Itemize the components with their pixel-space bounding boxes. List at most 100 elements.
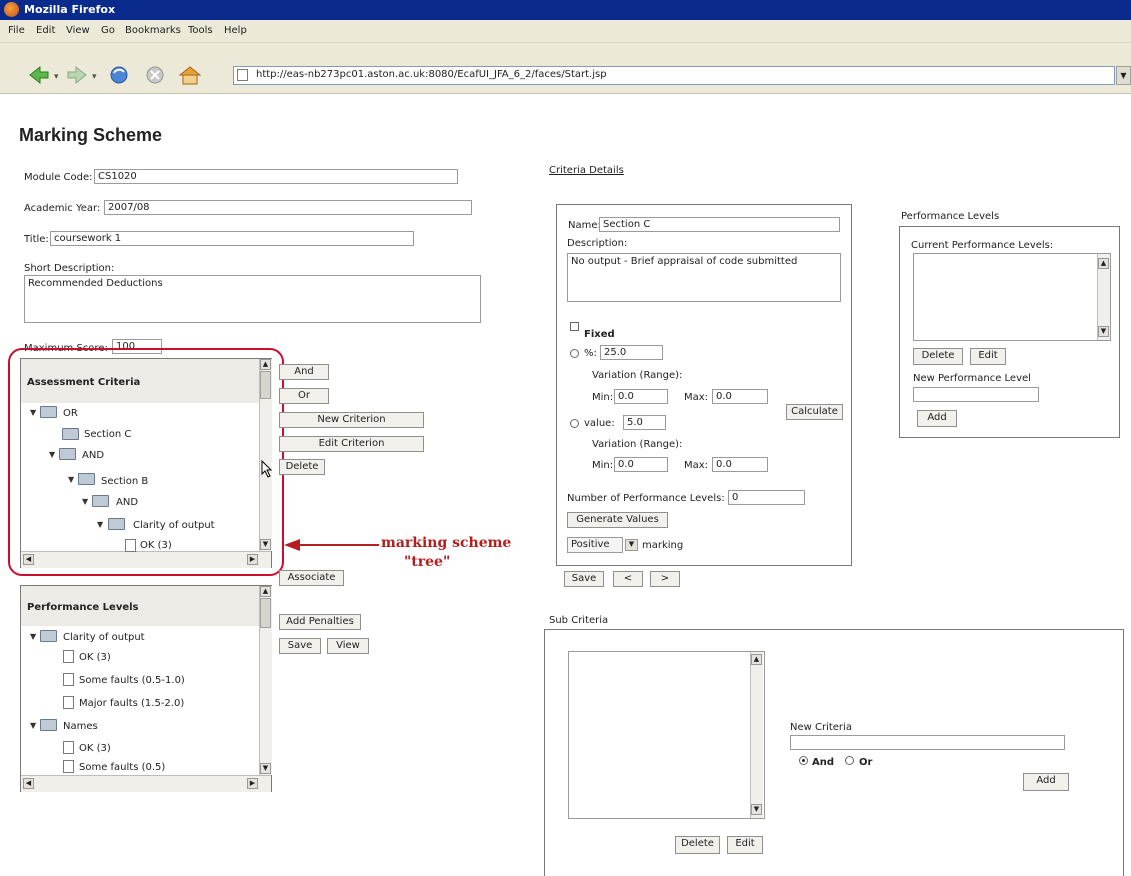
menu-file[interactable]: File bbox=[8, 25, 25, 36]
window-titlebar: Mozilla Firefox bbox=[0, 0, 1131, 20]
module-code-input[interactable]: CS1020 bbox=[94, 169, 458, 184]
new-level-label: New Performance Level bbox=[913, 373, 1031, 384]
edit-level-button[interactable]: Edit bbox=[970, 348, 1006, 365]
marking-label: marking bbox=[642, 540, 684, 551]
document-icon bbox=[63, 741, 74, 754]
min-input[interactable]: 0.0 bbox=[614, 457, 668, 472]
perf-node-ok[interactable]: OK (3) bbox=[79, 652, 111, 663]
highlight-outline bbox=[8, 348, 284, 576]
delete-level-button[interactable]: Delete bbox=[913, 348, 963, 365]
value-label: value: bbox=[584, 418, 615, 429]
perf-node-names[interactable]: Names bbox=[63, 721, 98, 732]
annotation-line-2: "tree" bbox=[404, 554, 451, 570]
generate-values-button[interactable]: Generate Values bbox=[567, 512, 668, 528]
address-bar[interactable]: http://eas-nb273pc01.aston.ac.uk:8080/Ec… bbox=[233, 66, 1115, 85]
or-radio[interactable] bbox=[845, 756, 854, 765]
scroll-up-icon[interactable]: ▲ bbox=[751, 654, 762, 665]
description-textarea[interactable]: No output - Brief appraisal of code subm… bbox=[567, 253, 841, 302]
criteria-details-link[interactable]: Criteria Details bbox=[549, 165, 624, 176]
stop-icon[interactable] bbox=[146, 66, 164, 84]
title-input[interactable]: coursework 1 bbox=[50, 231, 414, 246]
delete-criterion-button[interactable]: Delete bbox=[279, 459, 325, 475]
percent-radio[interactable] bbox=[570, 349, 579, 358]
scroll-down-icon[interactable]: ▼ bbox=[751, 804, 762, 815]
add-sub-criteria-button[interactable]: Add bbox=[1023, 773, 1069, 791]
associate-button[interactable]: Associate bbox=[279, 570, 344, 586]
save-button[interactable]: Save bbox=[279, 638, 321, 654]
max-input[interactable]: 0.0 bbox=[712, 457, 768, 472]
scroll-right-icon[interactable]: ▶ bbox=[247, 778, 258, 789]
perf-node-ok[interactable]: OK (3) bbox=[79, 743, 111, 754]
and-radio-label: And bbox=[812, 757, 835, 768]
annotation-arrow bbox=[284, 539, 379, 551]
new-criteria-input[interactable] bbox=[790, 735, 1065, 750]
marking-select[interactable]: Positive bbox=[567, 537, 623, 553]
edit-criterion-button[interactable]: Edit Criterion bbox=[279, 436, 424, 452]
delete-sub-criteria-button[interactable]: Delete bbox=[675, 836, 720, 854]
perf-node-major-faults[interactable]: Major faults (1.5-2.0) bbox=[79, 698, 184, 709]
perf-node-clarity[interactable]: Clarity of output bbox=[63, 632, 145, 643]
annotation-line-1: marking scheme bbox=[381, 535, 512, 551]
back-icon[interactable] bbox=[29, 65, 49, 85]
or-button[interactable]: Or bbox=[279, 388, 329, 404]
scroll-thumb[interactable] bbox=[260, 598, 271, 628]
performance-levels-title: Performance Levels bbox=[901, 211, 1000, 222]
value-input[interactable]: 5.0 bbox=[623, 415, 666, 430]
new-criterion-button[interactable]: New Criterion bbox=[279, 412, 424, 428]
fixed-checkbox[interactable] bbox=[570, 322, 579, 331]
add-level-button[interactable]: Add bbox=[917, 410, 957, 427]
scroll-down-icon[interactable]: ▼ bbox=[260, 763, 271, 774]
home-icon[interactable] bbox=[178, 66, 202, 85]
num-levels-input[interactable]: 0 bbox=[728, 490, 805, 505]
and-radio[interactable] bbox=[799, 756, 808, 765]
name-input[interactable]: Section C bbox=[599, 217, 840, 232]
perf-tree-hscroll[interactable]: ◀ ▶ bbox=[21, 775, 271, 792]
max-label: Max: bbox=[684, 460, 709, 471]
percent-label: %: bbox=[584, 348, 597, 359]
menu-help[interactable]: Help bbox=[224, 25, 247, 36]
save-details-button[interactable]: Save bbox=[564, 571, 604, 587]
sub-criteria-list[interactable]: ▲ ▼ bbox=[568, 651, 765, 819]
expand-icon[interactable]: ▼ bbox=[30, 632, 36, 641]
fixed-label: Fixed bbox=[584, 329, 615, 340]
new-level-input[interactable] bbox=[913, 387, 1039, 402]
min-input[interactable]: 0.0 bbox=[614, 389, 668, 404]
add-penalties-button[interactable]: Add Penalties bbox=[279, 614, 361, 630]
performance-levels-heading: Performance Levels bbox=[21, 586, 259, 626]
academic-year-input[interactable]: 2007/08 bbox=[104, 200, 472, 215]
perf-node-some-faults[interactable]: Some faults (0.5-1.0) bbox=[79, 675, 185, 686]
max-input[interactable]: 0.0 bbox=[712, 389, 768, 404]
menu-edit[interactable]: Edit bbox=[36, 25, 55, 36]
document-icon bbox=[63, 673, 74, 686]
reload-icon[interactable] bbox=[110, 66, 128, 84]
sub-criteria-vscroll[interactable]: ▲ ▼ bbox=[750, 652, 763, 818]
scroll-down-icon[interactable]: ▼ bbox=[1098, 326, 1109, 337]
calculate-button[interactable]: Calculate bbox=[786, 404, 843, 420]
forward-icon[interactable] bbox=[67, 65, 87, 85]
edit-sub-criteria-button[interactable]: Edit bbox=[727, 836, 763, 854]
perf-node-some-faults[interactable]: Some faults (0.5) bbox=[79, 762, 165, 773]
short-description-textarea[interactable]: Recommended Deductions bbox=[24, 275, 481, 323]
menu-bookmarks[interactable]: Bookmarks bbox=[125, 25, 181, 36]
select-arrow-icon[interactable]: ▼ bbox=[625, 539, 638, 551]
menu-tools[interactable]: Tools bbox=[188, 25, 213, 36]
percent-input[interactable]: 25.0 bbox=[600, 345, 663, 360]
expand-icon[interactable]: ▼ bbox=[30, 721, 36, 730]
and-button[interactable]: And bbox=[279, 364, 329, 380]
menu-go[interactable]: Go bbox=[101, 25, 115, 36]
address-dropdown-icon[interactable]: ▼ bbox=[1116, 66, 1131, 85]
current-levels-list[interactable]: ▲ ▼ bbox=[913, 253, 1111, 341]
next-button[interactable]: > bbox=[650, 571, 680, 587]
value-radio[interactable] bbox=[570, 419, 579, 428]
mouse-cursor-icon bbox=[261, 460, 273, 478]
levels-vscroll[interactable]: ▲ ▼ bbox=[1097, 254, 1110, 340]
description-label: Description: bbox=[567, 238, 628, 249]
view-button[interactable]: View bbox=[327, 638, 369, 654]
menu-view[interactable]: View bbox=[66, 25, 90, 36]
previous-button[interactable]: < bbox=[613, 571, 643, 587]
perf-tree-vscroll[interactable]: ▲ ▼ bbox=[259, 586, 272, 775]
scroll-up-icon[interactable]: ▲ bbox=[260, 586, 271, 597]
scroll-up-icon[interactable]: ▲ bbox=[1098, 258, 1109, 269]
folder-icon bbox=[40, 719, 57, 731]
scroll-left-icon[interactable]: ◀ bbox=[23, 778, 34, 789]
